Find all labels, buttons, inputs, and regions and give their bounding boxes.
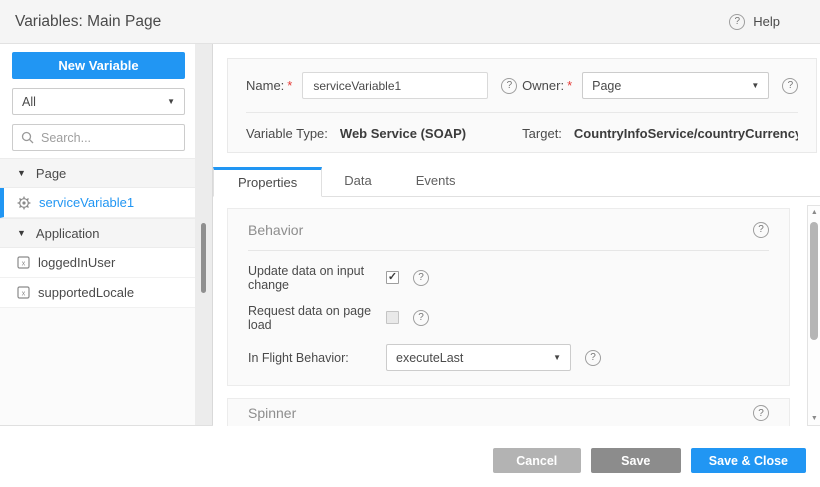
name-input[interactable] <box>302 72 488 99</box>
target-label: Target: <box>522 126 562 141</box>
properties-scrollbar[interactable]: ▲ ▼ <box>807 205 820 426</box>
tree-item-label: supportedLocale <box>38 285 134 300</box>
new-variable-button[interactable]: New Variable <box>12 52 185 79</box>
request-data-help-icon[interactable]: ? <box>413 310 429 326</box>
properties-scrollbar-thumb[interactable] <box>810 222 818 340</box>
help-icon: ? <box>729 14 745 30</box>
tree-item-supportedlocale[interactable]: x supportedLocale <box>0 278 195 308</box>
spinner-section-title: Spinner <box>248 405 296 421</box>
cancel-button[interactable]: Cancel <box>493 448 581 473</box>
tree-item-servicevariable1[interactable]: serviceVariable1 <box>0 188 195 218</box>
target-value: CountryInfoService/countryCurrency <box>574 126 798 141</box>
in-flight-select[interactable]: executeLast ▼ <box>386 344 571 371</box>
save-and-close-button[interactable]: Save & Close <box>691 448 806 473</box>
search-placeholder: Search... <box>41 131 91 145</box>
svg-text:x: x <box>22 290 26 297</box>
owner-label: Owner:* <box>522 78 572 93</box>
owner-select[interactable]: Page ▼ <box>582 72 769 99</box>
request-data-checkbox[interactable] <box>386 311 399 324</box>
in-flight-help-icon[interactable]: ? <box>585 350 601 366</box>
static-variable-icon: x <box>17 256 30 269</box>
help-button[interactable]: ? Help <box>729 14 780 30</box>
behavior-help-icon[interactable]: ? <box>753 222 769 238</box>
static-variable-icon: x <box>17 286 30 299</box>
spinner-help-icon[interactable]: ? <box>753 405 769 421</box>
tab-data[interactable]: Data <box>322 165 393 196</box>
tree-group-page[interactable]: ▼ Page <box>0 158 195 188</box>
behavior-section: Behavior ? Update data on input change ?… <box>227 208 790 386</box>
tree-item-loggedinuser[interactable]: x loggedInUser <box>0 248 195 278</box>
sidebar-scrollbar-thumb[interactable] <box>201 223 206 293</box>
help-label: Help <box>753 14 780 29</box>
owner-help-icon[interactable]: ? <box>782 78 798 94</box>
name-field-group: Name:* ? <box>246 72 522 99</box>
sidebar-empty-area <box>0 308 195 425</box>
svg-text:x: x <box>22 260 26 267</box>
section-divider <box>248 250 769 251</box>
variable-type-value: Web Service (SOAP) <box>340 126 466 141</box>
behavior-section-title: Behavior <box>248 222 303 238</box>
owner-field-group: Owner:* Page ▼ ? <box>522 72 798 99</box>
update-data-help-icon[interactable]: ? <box>413 270 429 286</box>
sidebar-controls: New Variable All ▼ Search... <box>0 44 195 158</box>
variable-type-group: Variable Type: Web Service (SOAP) <box>246 126 522 141</box>
tree-group-label: Application <box>36 226 100 241</box>
variable-detail-panel: Name:* ? Owner:* Page ▼ ? <box>213 44 820 426</box>
web-service-icon <box>17 196 31 210</box>
in-flight-select-value: executeLast <box>396 351 463 365</box>
save-button[interactable]: Save <box>591 448 681 473</box>
name-help-icon[interactable]: ? <box>501 78 517 94</box>
in-flight-row: In Flight Behavior: executeLast ▼ ? <box>248 344 769 371</box>
variables-tree: ▼ Page <box>0 158 195 308</box>
variable-filter-select[interactable]: All ▼ <box>12 88 185 115</box>
dialog-body: New Variable All ▼ Search... <box>0 44 820 426</box>
dialog-header: Variables: Main Page ? Help <box>0 0 820 44</box>
spinner-section: Spinner ? <box>227 398 790 426</box>
sidebar-column: New Variable All ▼ Search... <box>0 44 213 426</box>
chevron-down-icon: ▼ <box>167 97 175 106</box>
variable-type-label: Variable Type: <box>246 126 328 141</box>
collapse-caret-icon: ▼ <box>17 168 26 178</box>
owner-select-value: Page <box>592 79 621 93</box>
variable-filter-value: All <box>22 95 36 109</box>
properties-scroll-area: Behavior ? Update data on input change ?… <box>213 197 820 426</box>
update-data-row: Update data on input change ? <box>248 264 769 291</box>
dialog-footer: Cancel Save Save & Close <box>0 426 820 487</box>
variables-dialog: Variables: Main Page ? Help New Variable… <box>0 0 820 487</box>
chevron-down-icon: ▼ <box>751 81 759 90</box>
variables-sidebar: New Variable All ▼ Search... <box>0 44 195 425</box>
update-data-checkbox[interactable] <box>386 271 399 284</box>
request-data-row: Request data on page load ? <box>248 304 769 331</box>
required-marker: * <box>287 78 292 93</box>
request-data-label: Request data on page load <box>248 304 386 332</box>
sidebar-scrollbar[interactable] <box>195 44 213 425</box>
tab-events[interactable]: Events <box>394 165 478 196</box>
tab-properties[interactable]: Properties <box>213 167 322 197</box>
in-flight-label: In Flight Behavior: <box>248 351 386 365</box>
update-data-label: Update data on input change <box>248 264 386 292</box>
scroll-down-icon[interactable]: ▼ <box>808 415 820 422</box>
tree-item-label: loggedInUser <box>38 255 115 270</box>
detail-tabs: Properties Data Events <box>213 165 820 197</box>
required-marker: * <box>567 78 572 93</box>
page-title: Variables: Main Page <box>15 13 161 31</box>
tree-group-application[interactable]: ▼ Application <box>0 218 195 248</box>
tree-group-label: Page <box>36 166 66 181</box>
chevron-down-icon: ▼ <box>553 353 561 362</box>
collapse-caret-icon: ▼ <box>17 228 26 238</box>
scroll-up-icon[interactable]: ▲ <box>808 209 820 216</box>
search-input[interactable]: Search... <box>12 124 185 151</box>
search-icon <box>21 131 34 144</box>
name-label: Name:* <box>246 78 292 93</box>
tree-item-label: serviceVariable1 <box>39 195 134 210</box>
variable-summary-card: Name:* ? Owner:* Page ▼ ? <box>227 58 817 153</box>
target-group: Target: CountryInfoService/countryCurren… <box>522 126 798 141</box>
